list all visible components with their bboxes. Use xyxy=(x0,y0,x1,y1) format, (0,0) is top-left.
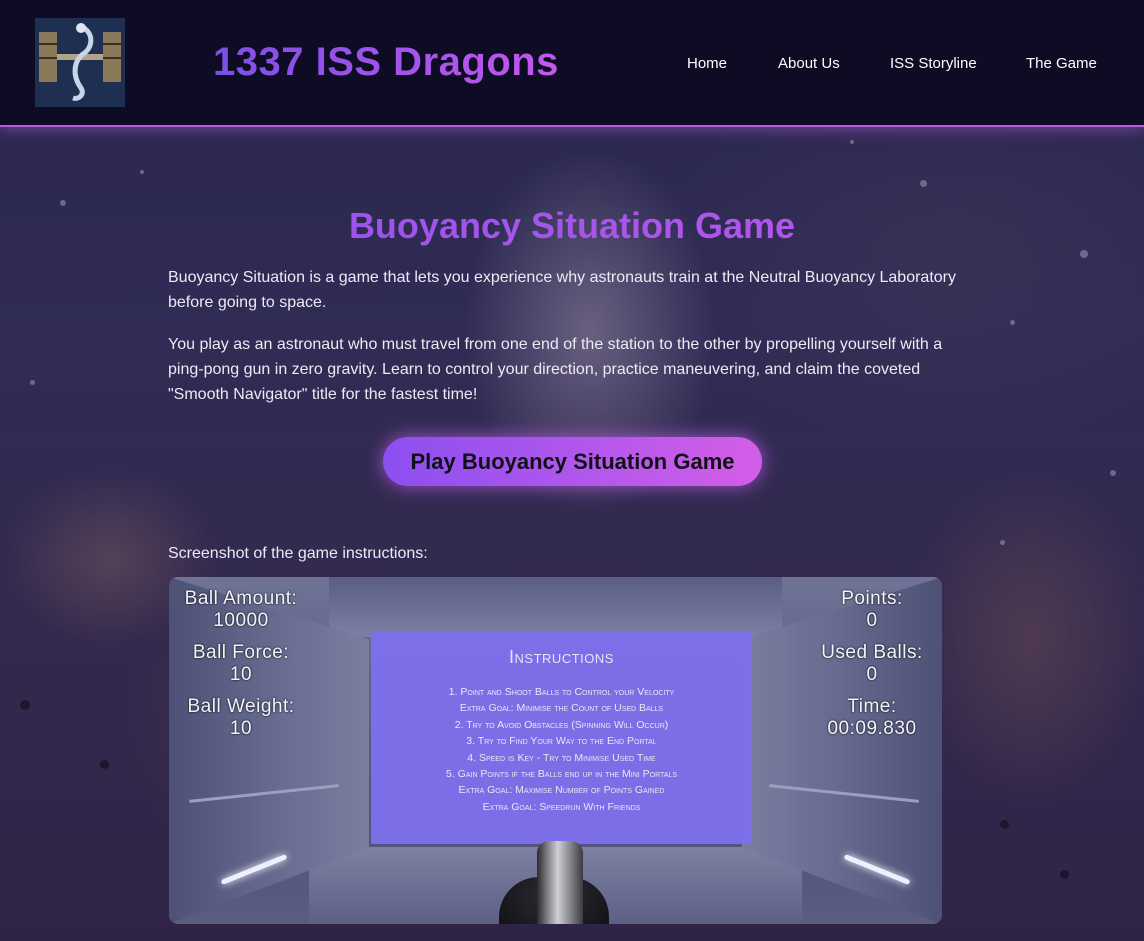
ball-amount-stat: Ball Amount: 10000 xyxy=(175,588,307,632)
instruction-item: 1. Point and Shoot Balls to Control your… xyxy=(448,686,675,698)
points-value: 0 xyxy=(866,610,878,631)
ball-force-stat: Ball Force: 10 xyxy=(175,642,307,686)
used-balls-stat: Used Balls: 0 xyxy=(802,642,942,686)
game-instructions-screenshot: Ball Amount: 10000 Ball Force: 10 Ball W… xyxy=(169,577,942,924)
ball-force-label: Ball Force: xyxy=(192,642,290,663)
ball-amount-label: Ball Amount: xyxy=(184,588,298,609)
bubble xyxy=(1010,320,1015,325)
ball-weight-value: 10 xyxy=(229,718,253,739)
nav-home[interactable]: Home xyxy=(687,55,727,72)
ball-amount-value: 10000 xyxy=(213,610,269,631)
page-title: Buoyancy Situation Game xyxy=(0,205,1144,247)
bubble xyxy=(1060,870,1069,879)
bubble xyxy=(100,760,109,769)
bubble xyxy=(1000,540,1005,545)
intro-paragraph: Buoyancy Situation is a game that lets y… xyxy=(168,269,956,311)
instructions-title: Instructions xyxy=(509,647,614,667)
nav-the-game[interactable]: The Game xyxy=(1026,55,1097,72)
bubble xyxy=(140,170,144,174)
instructions-list: 1. Point and Shoot Balls to Control your… xyxy=(371,684,752,815)
bubble xyxy=(1080,250,1088,258)
bubble xyxy=(850,140,854,144)
time-label: Time: xyxy=(847,696,897,717)
ping-pong-gun xyxy=(537,841,583,924)
time-value: 00:09.830 xyxy=(827,718,917,739)
instruction-item: 4. Speed is Key - Try to Minimise Used T… xyxy=(467,751,656,764)
bubble xyxy=(20,700,30,710)
points-stat: Points: 0 xyxy=(802,588,942,632)
gameplay-paragraph: You play as an astronaut who must travel… xyxy=(168,336,943,403)
screenshot-caption: Screenshot of the game instructions: xyxy=(168,545,428,562)
instructions-panel: Instructions 1. Point and Shoot Balls to… xyxy=(371,632,752,844)
bubble xyxy=(920,180,927,187)
nav-about-us[interactable]: About Us xyxy=(778,55,840,72)
bubble xyxy=(1000,820,1009,829)
time-stat: Time: 00:09.830 xyxy=(802,696,942,740)
ball-weight-label: Ball Weight: xyxy=(187,696,295,717)
instruction-item: Extra Goal: Speedrun With Friends xyxy=(482,800,641,813)
bubble xyxy=(30,380,35,385)
ball-force-value: 10 xyxy=(229,664,253,685)
nav-iss-storyline[interactable]: ISS Storyline xyxy=(890,55,977,72)
instruction-item: 3. Try to Find Your Way to the End Porta… xyxy=(466,735,657,748)
game-ceiling xyxy=(329,577,782,637)
ball-weight-stat: Ball Weight: 10 xyxy=(175,696,307,740)
instruction-item: 2. Try to Avoid Obstacles (Spinning Will… xyxy=(454,718,669,731)
instruction-item: 5. Gain Points if the Balls end up in th… xyxy=(446,768,677,781)
used-balls-label: Used Balls: xyxy=(821,642,923,663)
points-label: Points: xyxy=(841,588,903,609)
instruction-item: Extra Goal: Minimise the Count of Used B… xyxy=(459,702,664,715)
used-balls-value: 0 xyxy=(866,664,878,685)
site-header: 1337 ISS Dragons Home About Us ISS Story… xyxy=(0,0,1144,127)
bubble xyxy=(1110,470,1116,476)
play-game-button[interactable]: Play Buoyancy Situation Game xyxy=(383,437,762,486)
instruction-item: Extra Goal: Maximise Number of Points Ga… xyxy=(458,784,665,797)
main-nav: Home About Us ISS Storyline The Game xyxy=(0,55,1144,75)
